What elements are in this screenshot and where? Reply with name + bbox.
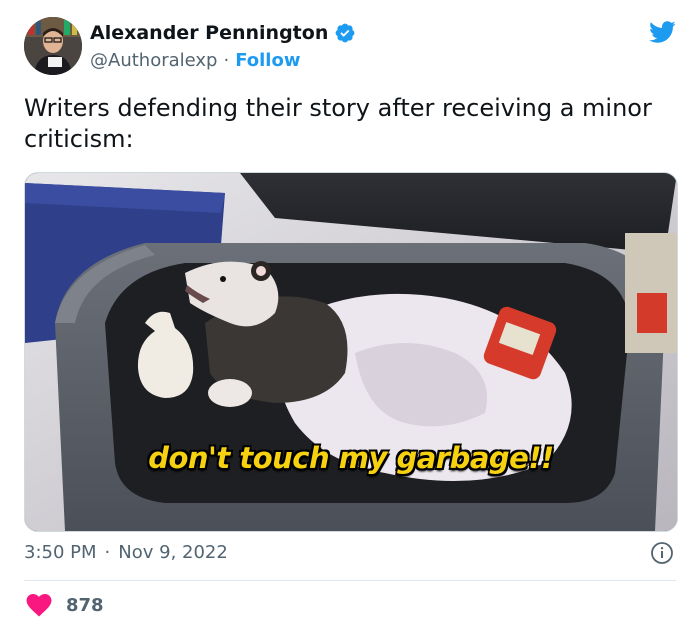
tweet-date: Nov 9, 2022 [118,542,228,563]
tweet-text: Writers defending their story after rece… [24,94,652,153]
verified-badge-icon [334,22,356,44]
handle-separator: · [223,50,230,71]
author-name-row: Alexander Pennington [90,22,356,44]
tweet-timestamp[interactable]: 3:50 PM · Nov 9, 2022 [24,542,228,563]
avatar[interactable] [24,17,82,75]
tweet-time: 3:50 PM [24,542,97,563]
media-caption: don't touch my garbage!! [148,441,554,475]
tweet-media[interactable]: don't touch my garbage!! [24,172,678,532]
author-handle[interactable]: @Authoralexp [90,50,217,71]
divider [24,580,676,581]
like-count: 878 [66,594,104,616]
author-handle-row: @Authoralexp · Follow [90,50,300,71]
meta-separator: · [104,542,111,563]
twitter-bird-icon[interactable] [646,18,678,46]
info-icon[interactable] [650,541,674,565]
media-image [25,173,677,531]
tweet-card: Alexander Pennington @Authoralexp · Foll… [0,0,700,633]
heart-icon [26,593,52,617]
like-button[interactable]: 878 [26,593,104,617]
author-name[interactable]: Alexander Pennington [90,22,328,44]
follow-button[interactable]: Follow [235,50,300,71]
